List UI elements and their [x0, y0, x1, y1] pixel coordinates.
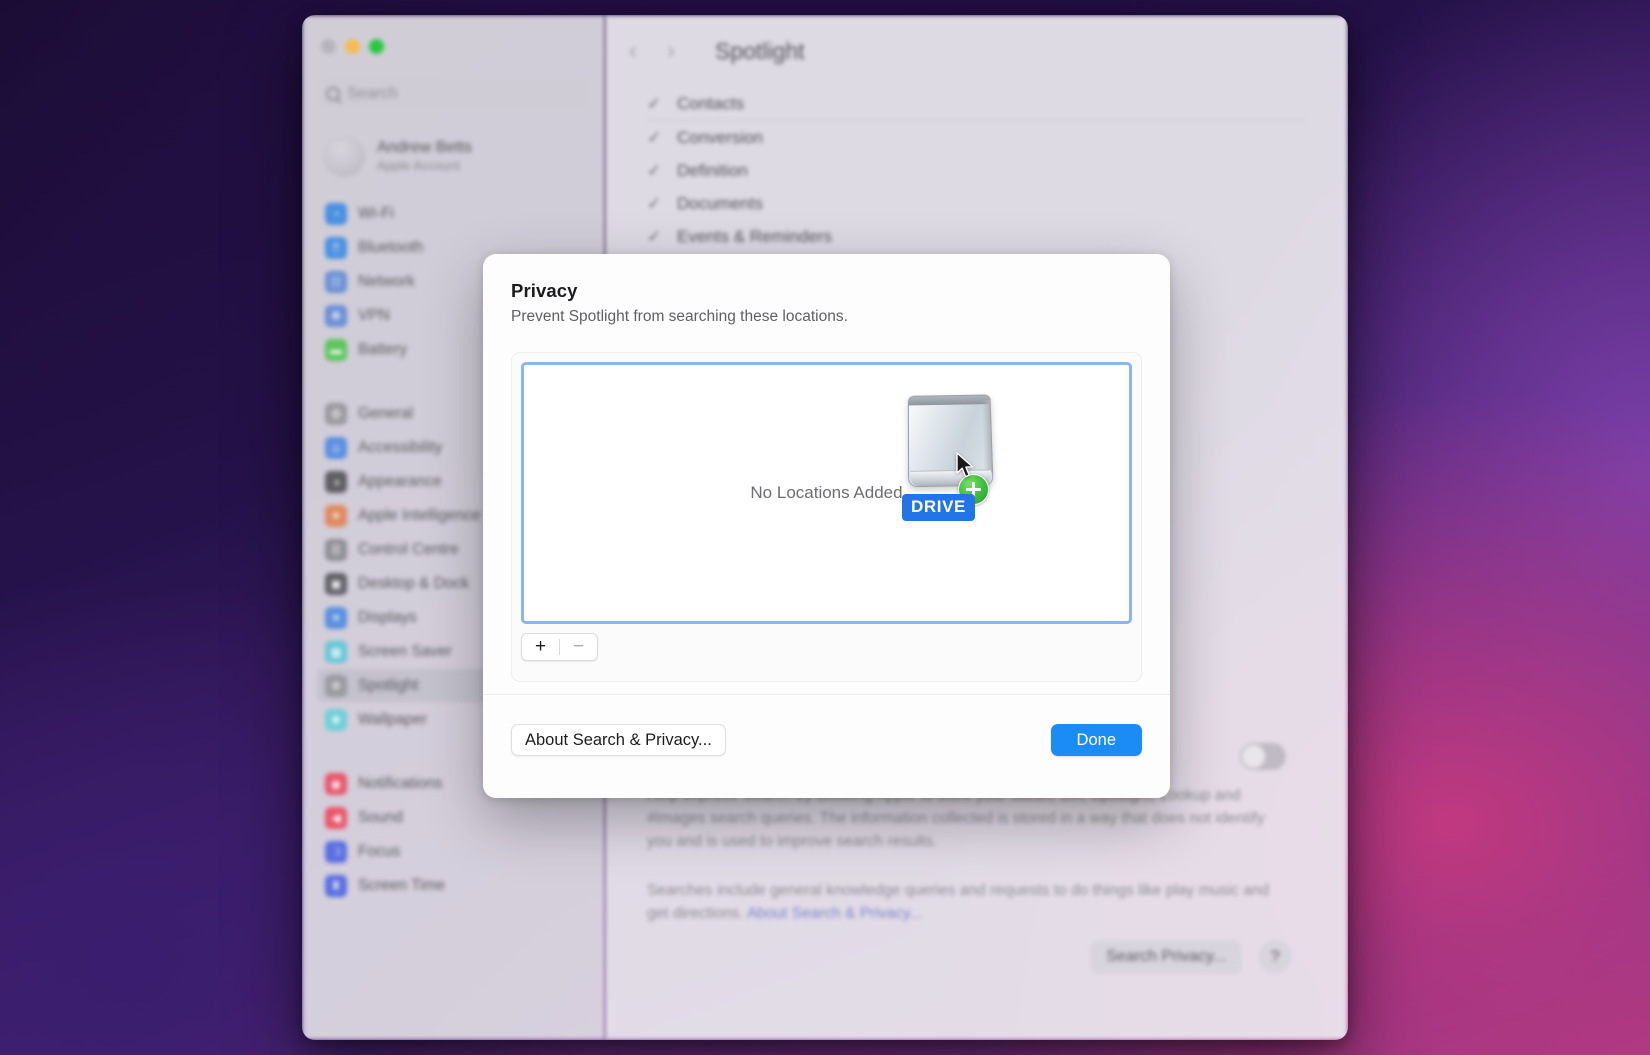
- spotlight-icon: ✲: [325, 674, 347, 697]
- add-location-button[interactable]: +: [522, 634, 559, 660]
- sidebar-item-label: Displays: [358, 608, 417, 626]
- sound-icon: ◀: [325, 806, 347, 829]
- sidebar-item-label: Wi-Fi: [358, 204, 395, 222]
- vpn-icon: ☸: [325, 304, 347, 327]
- search-category-row[interactable]: ✓ Documents: [647, 187, 1306, 220]
- wallpaper-icon: ❖: [325, 708, 347, 731]
- search-placeholder: Search: [347, 84, 398, 102]
- search-category-label: Events & Reminders: [677, 226, 832, 246]
- screen-saver-icon: ▦: [325, 640, 347, 663]
- checkmark-icon: ✓: [647, 93, 662, 113]
- sidebar-item-label: General: [358, 404, 414, 422]
- search-category-row[interactable]: ✓ Conversion: [647, 121, 1306, 154]
- dialog-separator: [483, 694, 1170, 695]
- privacy-dialog-subtitle: Prevent Spotlight from searching these l…: [511, 308, 848, 325]
- search-results-list: ✓ Contacts ✓ Conversion ✓ Definition ✓ Document…: [605, 87, 1348, 253]
- detail-nav-bar: ‹ › Spotlight: [605, 15, 1348, 87]
- sidebar-item-label: Wallpaper: [358, 710, 428, 728]
- search-icon: [326, 86, 340, 101]
- remove-location-button[interactable]: −: [560, 634, 597, 660]
- locations-drop-well[interactable]: No Locations Added: [521, 362, 1132, 624]
- done-button[interactable]: Done: [1050, 724, 1142, 756]
- checkmark-icon: ✓: [647, 226, 662, 246]
- control-centre-icon: ☰: [325, 538, 347, 561]
- sidebar-item-label: Network: [358, 272, 415, 290]
- sidebar-item-label: VPN: [358, 306, 390, 324]
- search-category-row[interactable]: ✓ Contacts: [647, 87, 1306, 120]
- account-name: Andrew Betts: [377, 138, 473, 156]
- search-category-label: Conversion: [677, 127, 763, 147]
- sidebar-item-wi-fi[interactable]: ◔ Wi-Fi: [317, 197, 590, 230]
- sidebar-item-label: Notifications: [358, 774, 443, 792]
- focus-icon: ☽: [325, 840, 347, 863]
- about-search-privacy-link[interactable]: About Search & Privacy...: [747, 905, 922, 922]
- checkmark-icon: ✓: [647, 160, 662, 180]
- avatar: [323, 135, 365, 177]
- search-privacy-button[interactable]: Search Privacy...: [1090, 940, 1242, 974]
- appearance-icon: ◑: [325, 470, 347, 493]
- sidebar-item-label: Spotlight: [358, 676, 419, 694]
- sidebar-search-field[interactable]: Search: [317, 78, 590, 109]
- sidebar-item-label: Accessibility: [358, 438, 443, 456]
- apple-account-row[interactable]: Andrew Betts Apple Account: [317, 127, 590, 185]
- checkmark-icon: ✓: [647, 193, 662, 213]
- window-traffic-lights: [313, 15, 594, 54]
- privacy-dialog-title: Privacy: [511, 280, 578, 301]
- sidebar-item-label: Apple Intelligence: [358, 506, 481, 524]
- about-search-privacy-button[interactable]: About Search & Privacy...: [511, 724, 726, 756]
- battery-icon: ▬: [325, 338, 347, 361]
- sidebar-item-label: Focus: [358, 842, 401, 860]
- searches-paragraph-text: Searches include general knowledge queri…: [647, 881, 1270, 922]
- sidebar-item-screen-time[interactable]: ⧗ Screen Time: [317, 869, 590, 902]
- account-subtitle: Apple Account: [377, 157, 461, 173]
- sparkle-icon: ✦: [325, 504, 347, 527]
- page-title: Spotlight: [715, 37, 805, 64]
- help-button[interactable]: ?: [1258, 940, 1292, 974]
- sidebar-item-label: Desktop & Dock: [358, 574, 470, 592]
- search-category-label: Documents: [677, 193, 763, 213]
- sidebar-item-label: Bluetooth: [358, 238, 424, 256]
- sidebar-item-label: Control Centre: [358, 540, 459, 558]
- searches-paragraph: Searches include general knowledge queri…: [647, 880, 1288, 926]
- sidebar-item-sound[interactable]: ◀ Sound: [317, 801, 590, 834]
- locations-list-card: No Locations Added + −: [511, 352, 1142, 682]
- gear-icon: ⚙: [325, 402, 347, 425]
- sidebar-item-label: Battery: [358, 340, 408, 358]
- sidebar-item-label: Screen Time: [358, 876, 446, 894]
- bluetooth-icon: ᛗ: [325, 236, 347, 259]
- privacy-dialog: Privacy Prevent Spotlight from searching…: [483, 254, 1170, 798]
- checkmark-icon: ✓: [647, 127, 662, 147]
- dialog-footer: About Search & Privacy... Done: [511, 724, 1142, 756]
- back-icon[interactable]: ‹: [625, 37, 641, 65]
- sidebar-item-label: Sound: [358, 808, 403, 826]
- notifications-icon: ◉: [325, 772, 347, 795]
- displays-icon: ☀: [325, 606, 347, 629]
- sidebar-item-label: Screen Saver: [358, 642, 452, 660]
- forward-icon[interactable]: ›: [663, 37, 679, 65]
- screen-time-icon: ⧗: [325, 874, 347, 897]
- wifi-icon: ◔: [325, 202, 347, 225]
- desktop-dock-icon: ▣: [325, 572, 347, 595]
- help-improve-search-toggle[interactable]: [1240, 743, 1286, 770]
- search-category-label: Contacts: [677, 93, 745, 113]
- minimize-window-button[interactable]: [345, 39, 360, 54]
- search-category-row[interactable]: ✓ Events & Reminders: [647, 220, 1306, 253]
- search-category-label: Definition: [677, 160, 748, 180]
- privacy-info-block: Help improve Search by allowing Apple to…: [647, 785, 1288, 926]
- sidebar-item-label: Appearance: [358, 472, 442, 490]
- search-category-row[interactable]: ✓ Definition: [647, 154, 1306, 187]
- add-remove-segmented-control: + −: [521, 633, 598, 661]
- accessibility-icon: ☺: [325, 436, 347, 459]
- empty-state-label: No Locations Added: [750, 483, 903, 502]
- close-window-button[interactable]: [321, 39, 336, 54]
- sidebar-item-focus[interactable]: ☽ Focus: [317, 835, 590, 868]
- zoom-window-button[interactable]: [369, 39, 384, 54]
- network-icon: ☷: [325, 270, 347, 293]
